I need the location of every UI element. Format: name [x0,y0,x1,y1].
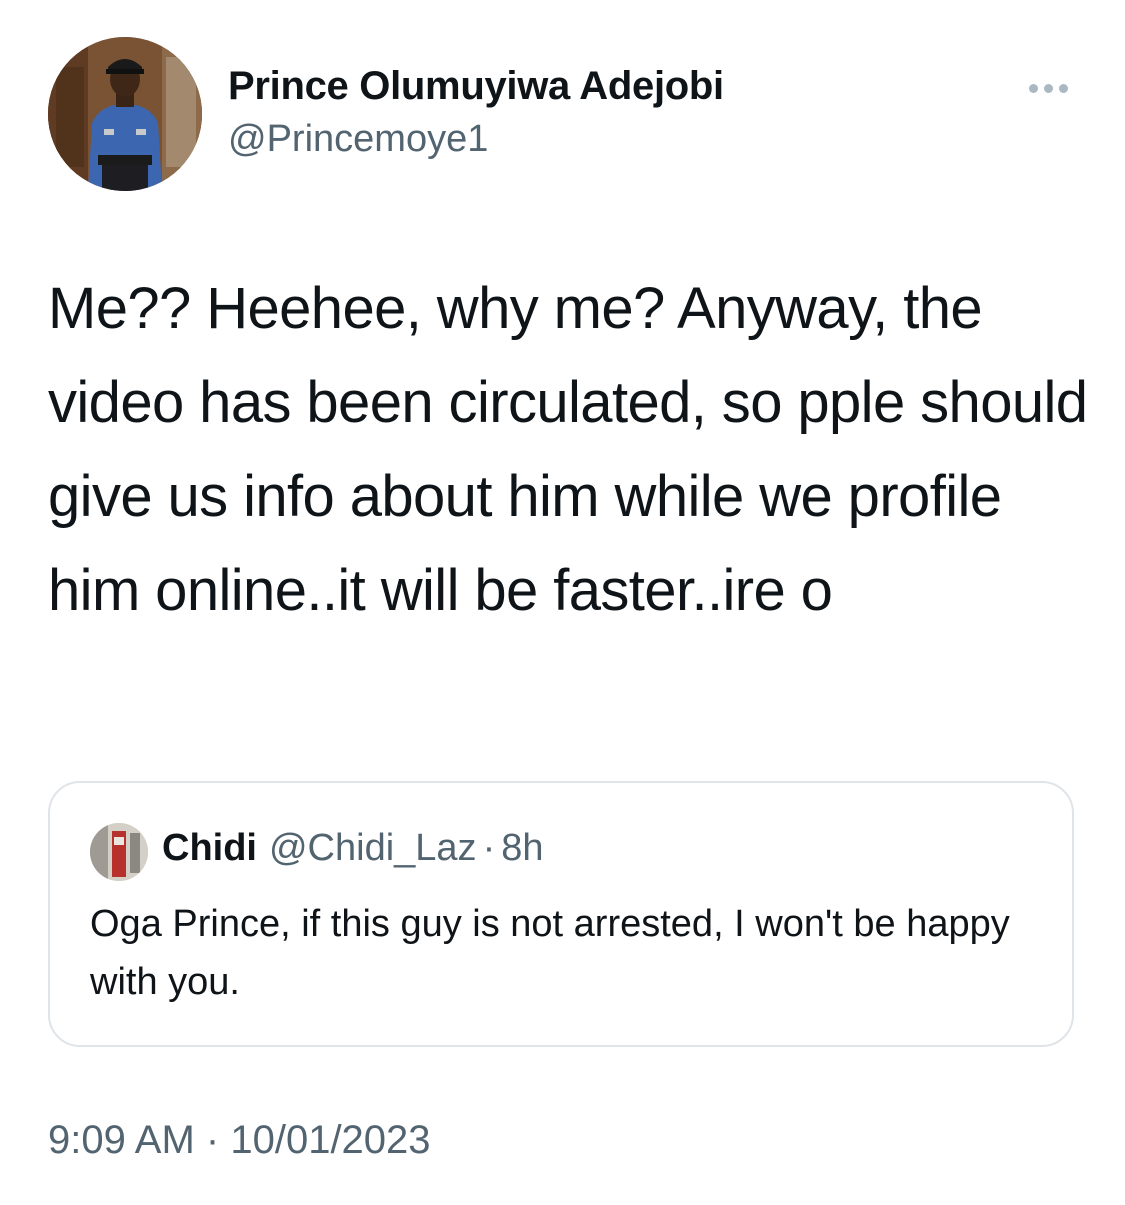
quoted-author-avatar[interactable] [90,823,148,881]
author-avatar[interactable] [48,37,202,191]
quoted-tweet-header: Chidi @Chidi_Laz · 8h [162,827,544,870]
tweet-time: 9:09 AM [48,1118,195,1162]
tweet-timestamp[interactable]: 9:09 AM · 10/01/2023 [48,1118,431,1163]
quoted-tweet-text: Oga Prince, if this guy is not arrested,… [90,903,1010,1003]
more-dot [1043,83,1053,93]
author-handle[interactable]: @Princemoye1 [228,118,488,161]
more-dot [1058,83,1068,93]
quoted-author-name[interactable]: Chidi [162,827,257,869]
quoted-tweet-age: 8h [501,827,544,869]
tweet-date: 10/01/2023 [230,1118,431,1162]
tweet-detail: Prince Olumuyiwa Adejobi @Princemoye1 Me… [0,0,1125,1205]
tweet-text: Me?? Heehee, why me? Anyway, the video h… [48,276,1088,623]
quoted-author-handle[interactable]: @Chidi_Laz [269,827,477,869]
quoted-tweet-card[interactable]: Chidi @Chidi_Laz · 8h Oga Prince, if this g… [48,781,1074,1047]
quoted-separator: · [482,827,496,869]
timestamp-separator: · [205,1118,220,1162]
more-dot [1028,83,1038,93]
author-name[interactable]: Prince Olumuyiwa Adejobi [228,64,724,109]
more-options-icon[interactable] [1018,68,1078,108]
